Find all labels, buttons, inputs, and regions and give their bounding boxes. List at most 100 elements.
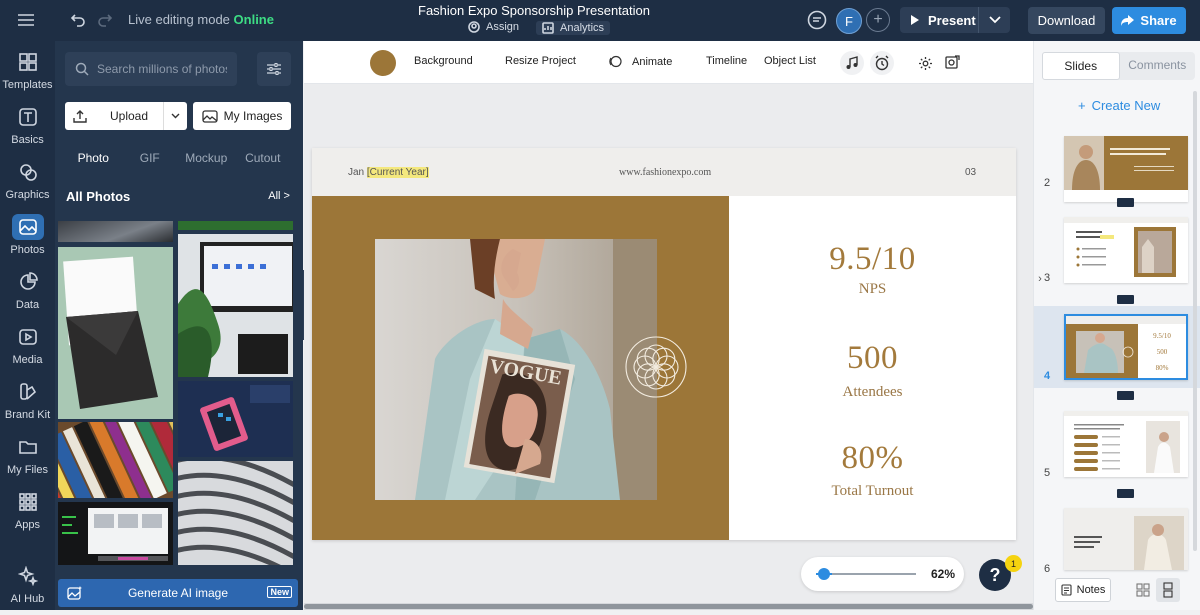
present-button[interactable]: Present	[900, 7, 1010, 33]
nav-brand-kit[interactable]: Brand Kit	[0, 379, 55, 431]
nav-photos[interactable]: Photos	[0, 214, 55, 266]
add-collaborator-button[interactable]: +	[866, 8, 890, 32]
stat-nps-label[interactable]: NPS	[729, 281, 1016, 298]
all-photos-link[interactable]: All >	[268, 190, 290, 202]
my-images-button[interactable]: My Images	[193, 102, 291, 130]
assign-button[interactable]: Assign	[468, 21, 519, 33]
horizontal-scrollbar[interactable]	[304, 603, 1033, 610]
smart-select-icon[interactable]	[940, 51, 964, 75]
ai-hub-icon	[12, 563, 44, 589]
create-new-slide-button[interactable]: + Create New	[1078, 98, 1160, 113]
resize-project-button[interactable]: Resize Project	[505, 55, 576, 67]
music-icon[interactable]	[840, 51, 864, 75]
search-box[interactable]	[65, 52, 237, 86]
nav-templates[interactable]: Templates	[0, 49, 55, 101]
photo-thumbnail[interactable]	[178, 234, 293, 377]
ai-image-icon	[58, 586, 92, 600]
photo-thumbnail[interactable]	[178, 221, 293, 230]
list-view-icon[interactable]	[1156, 578, 1180, 602]
background-color-swatch[interactable]	[370, 50, 396, 76]
chart-icon	[12, 269, 44, 295]
notes-button[interactable]: Notes	[1055, 578, 1111, 602]
grid-view-icon[interactable]	[1131, 578, 1155, 602]
nav-data[interactable]: Data	[0, 269, 55, 321]
filter-button[interactable]	[257, 52, 291, 86]
slide-thumbnail[interactable]	[1064, 508, 1188, 570]
tab-cutout[interactable]: Cutout	[235, 145, 292, 171]
upload-button[interactable]: Upload	[65, 102, 187, 130]
fashion-photo[interactable]: VOGUE	[375, 239, 657, 500]
animate-button[interactable]: Animate	[609, 55, 672, 68]
photos-icon	[11, 214, 44, 240]
download-button[interactable]: Download	[1028, 7, 1105, 34]
tab-photo[interactable]: Photo	[65, 145, 122, 171]
slide-page-number[interactable]: 03	[965, 167, 976, 178]
my-images-label: My Images	[223, 109, 283, 123]
slides-scrollbar[interactable]	[1193, 91, 1197, 551]
tab-slides[interactable]: Slides	[1042, 52, 1120, 80]
section-title: All Photos	[66, 189, 131, 204]
tab-gif[interactable]: GIF	[122, 145, 179, 171]
photo-thumbnail[interactable]	[178, 381, 293, 457]
stat-turnout-value[interactable]: 80%	[729, 440, 1016, 477]
chat-icon[interactable]	[806, 9, 828, 31]
timeline-button[interactable]: Timeline	[706, 55, 747, 67]
stat-attendees-value[interactable]: 500	[729, 340, 1016, 377]
svg-text:500: 500	[1157, 348, 1168, 356]
background-button[interactable]: Background	[414, 55, 473, 67]
photo-thumbnail[interactable]	[58, 502, 173, 565]
stat-nps-value[interactable]: 9.5/10	[729, 241, 1016, 278]
tab-mockup[interactable]: Mockup	[178, 145, 235, 171]
media-type-tabs: Photo GIF Mockup Cutout	[65, 145, 291, 171]
present-options-button[interactable]	[978, 7, 1010, 33]
transition-icon[interactable]	[1117, 198, 1134, 207]
slide-thumbnail-active[interactable]: 9.5/10 500 80%	[1064, 314, 1188, 380]
stat-attendees-label[interactable]: Attendees	[729, 384, 1016, 401]
user-avatar[interactable]: F	[836, 8, 862, 34]
nav-ai-hub[interactable]: AI Hub	[0, 563, 55, 615]
nav-media[interactable]: Media	[0, 324, 55, 376]
search-icon	[75, 62, 89, 76]
analytics-button[interactable]: Analytics	[536, 21, 611, 35]
share-label: Share	[1140, 13, 1177, 28]
photo-thumbnail[interactable]	[58, 221, 173, 242]
nav-apps[interactable]: Apps	[0, 489, 55, 541]
scrollbar-thumb[interactable]	[304, 604, 1033, 609]
share-icon	[1121, 15, 1135, 26]
chevron-down-icon[interactable]	[163, 102, 187, 130]
object-list-button[interactable]: Object List	[764, 55, 816, 67]
nav-basics[interactable]: Basics	[0, 104, 55, 156]
slide-number: 5	[1044, 467, 1051, 479]
photo-thumbnail[interactable]	[178, 461, 293, 565]
photos-panel: Upload My Images Photo GIF Mockup Cutout…	[55, 41, 303, 610]
zoom-slider-handle[interactable]	[818, 568, 830, 580]
svg-text:9.5/10: 9.5/10	[1153, 332, 1171, 340]
folder-icon	[12, 434, 44, 460]
slide-url[interactable]: www.fashionexpo.com	[619, 167, 711, 178]
date-prefix: Jan	[348, 167, 365, 178]
photo-thumbnail[interactable]	[58, 422, 173, 498]
photo-thumbnail[interactable]	[58, 247, 173, 419]
slides-comments-tabs: Slides Comments	[1042, 52, 1195, 80]
tab-comments[interactable]: Comments	[1120, 52, 1196, 80]
transition-icon[interactable]	[1117, 295, 1134, 304]
nav-label: My Files	[7, 464, 48, 476]
nav-graphics[interactable]: Graphics	[0, 159, 55, 211]
graphics-icon	[12, 159, 44, 185]
slide-canvas[interactable]: Jan [Current Year] www.fashionexpo.com 0…	[312, 148, 1016, 540]
create-new-label: Create New	[1091, 98, 1161, 113]
search-input[interactable]	[97, 62, 227, 76]
slide-date[interactable]: Jan [Current Year]	[348, 167, 429, 178]
share-button[interactable]: Share	[1112, 7, 1186, 34]
slide-thumbnail[interactable]	[1064, 136, 1188, 202]
stat-turnout-label[interactable]: Total Turnout	[729, 483, 1016, 500]
alarm-clock-icon[interactable]	[870, 51, 894, 75]
text-icon	[12, 104, 44, 130]
slide-thumbnail[interactable]	[1064, 217, 1188, 283]
slide-thumbnail[interactable]	[1064, 411, 1188, 477]
nav-my-files[interactable]: My Files	[0, 434, 55, 486]
gear-icon[interactable]	[913, 51, 937, 75]
transition-icon[interactable]	[1117, 391, 1134, 400]
transition-icon[interactable]	[1117, 489, 1134, 498]
generate-ai-image-button[interactable]: Generate AI image New	[58, 579, 298, 607]
